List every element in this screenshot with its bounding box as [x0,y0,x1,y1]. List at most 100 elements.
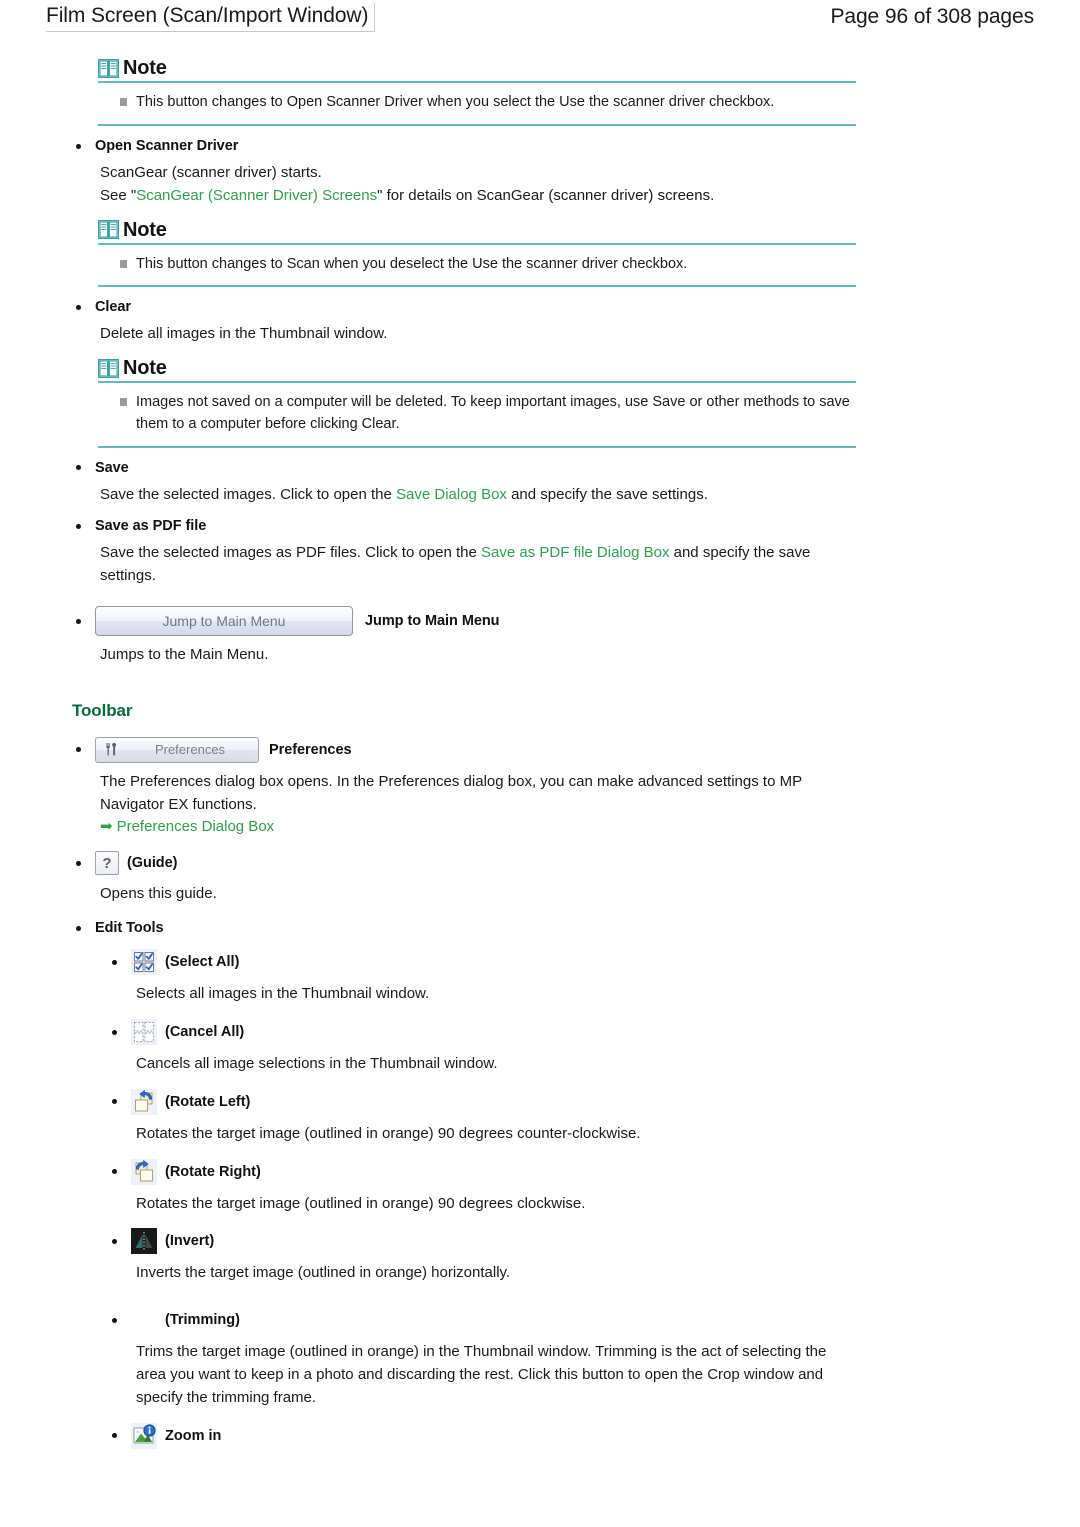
term-save: Save [95,459,129,476]
desc-select-all: Selects all images in the Thumbnail wind… [136,985,430,1003]
page-header: Film Screen (Scan/Import Window) Page 96… [0,0,1080,33]
bullet-dot-icon [112,1238,117,1244]
entry-invert: (Invert) [46,1228,1034,1255]
entry-clear: Clear [46,299,1034,315]
rotate-left-icon[interactable] [131,1088,157,1115]
note-block-1: Note This button changes to Open Scanner… [98,58,856,126]
term-guide: (Guide) [127,855,178,872]
bullet-dot-icon [76,304,81,310]
see-prefix: See " [100,186,137,204]
bullet-dot-icon [76,925,81,931]
note-header: Note [98,220,856,242]
select-all-icon[interactable] [131,949,157,976]
term-edit-tools: Edit Tools [95,920,164,937]
save-desc-suffix: and specify the save settings. [506,485,708,503]
bullet-dot-icon [112,1029,117,1035]
guide-button[interactable]: ? [95,851,119,876]
term-jump-to-main-menu: Jump to Main Menu [365,613,500,630]
note-item-text: This button changes to Open Scanner Driv… [136,94,775,111]
bullet-dot-icon [76,143,81,149]
preferences-button[interactable]: Preferences [95,736,259,763]
term-open-scanner-driver: Open Scanner Driver [95,138,239,154]
pdf-desc-prefix: Save the selected images as PDF files. C… [100,544,482,562]
invert-icon[interactable] [131,1228,157,1255]
term-rotate-left: (Rotate Left) [165,1093,251,1110]
desc-rotate-left: Rotates the target image (outlined in or… [136,1124,641,1142]
desc-rotate-right: Rotates the target image (outlined in or… [136,1194,586,1212]
bullet-dot-icon [112,959,117,965]
rotate-right-icon[interactable] [131,1158,157,1185]
square-bullet-icon [120,259,127,268]
entry-preferences: Preferences Preferences [46,736,1034,763]
entry-save-as-pdf: Save as PDF file [46,518,1034,534]
note-body: This button changes to Open Scanner Driv… [98,83,856,123]
bullet-dot-icon [76,465,81,471]
term-preferences: Preferences [269,741,352,758]
note-body: Images not saved on a computer will be d… [98,383,856,445]
desc-clear: Delete all images in the Thumbnail windo… [100,325,388,343]
note-block-3: Note Images not saved on a computer will… [98,358,856,448]
note-item: This button changes to Open Scanner Driv… [98,92,856,114]
note-item-text: This button changes to Scan when you des… [136,255,688,272]
term-trimming: (Trimming) [165,1312,240,1329]
desc-guide: Opens this guide. [100,885,217,903]
link-preferences-dialog-box[interactable]: Preferences Dialog Box [117,818,275,835]
bullet-dot-icon [112,1317,117,1323]
note-label: Note [123,57,167,80]
bullet-dot-icon [112,1099,117,1105]
bullet-dot-icon [112,1433,117,1439]
desc-preferences: The Preferences dialog box opens. In the… [100,772,802,813]
bullet-dot-icon [76,523,81,529]
note-label: Note [123,357,167,380]
note-item: Images not saved on a computer will be d… [98,392,856,436]
note-rule-bottom [98,285,856,288]
square-bullet-icon [120,98,127,107]
section-heading-toolbar: Toolbar [72,700,133,720]
note-body: This button changes to Scan when you des… [98,245,856,285]
entry-trimming: (Trimming) [46,1307,1034,1333]
note-book-icon [98,220,119,240]
entry-rotate-right: (Rotate Right) [46,1158,1034,1185]
link-scangear-screens[interactable]: ScanGear (Scanner Driver) Screens [136,187,377,204]
term-select-all: (Select All) [165,954,240,971]
note-book-icon [98,58,119,78]
desc-save-as-pdf: Save the selected images as PDF files. C… [46,542,840,588]
bullet-dot-icon [76,860,81,866]
preferences-dialog-box-link-row[interactable]: ➡ Preferences Dialog Box [46,818,1034,835]
term-zoom-in: Zoom in [165,1427,222,1444]
note-item-text: Images not saved on a computer will be d… [136,394,850,432]
term-cancel-all: (Cancel All) [165,1024,245,1041]
scangear-starts-text: ScanGear (scanner driver) starts. [100,164,322,181]
link-save-dialog-box[interactable]: Save Dialog Box [396,486,507,503]
note-item: This button changes to Scan when you des… [98,254,856,276]
bullet-dot-icon [112,1169,117,1175]
link-save-as-pdf-dialog-box[interactable]: Save as PDF file Dialog Box [481,544,669,561]
term-clear: Clear [95,299,132,316]
entry-jump-to-main-menu: Jump to Main Menu Jump to Main Menu [46,606,1034,637]
square-bullet-icon [120,398,127,407]
desc-jump-to-main-menu: Jumps to the Main Menu. [100,646,269,664]
note-book-icon [98,358,119,378]
entry-zoom-in: Zoom in [46,1422,1034,1449]
save-desc-prefix: Save the selected images. Click to open … [100,485,397,503]
see-suffix: " for details on ScanGear (scanner drive… [377,186,715,204]
preferences-button-label: Preferences [154,742,226,758]
note-label: Note [123,218,167,241]
arrow-right-icon: ➡ [100,818,113,836]
trimming-icon[interactable] [131,1307,157,1333]
entry-rotate-left: (Rotate Left) [46,1088,1034,1115]
desc-trimming: Trims the target image (outlined in oran… [136,1343,827,1406]
page-title: Film Screen (Scan/Import Window) [46,3,376,33]
note-header: Note [98,58,856,80]
entry-edit-tools: Edit Tools [46,920,1034,936]
jump-to-main-menu-button[interactable]: Jump to Main Menu [95,606,353,637]
document-content: Note This button changes to Open Scanner… [0,32,1080,1449]
note-rule-bottom [98,124,856,126]
entry-select-all: (Select All) [46,949,1034,976]
zoom-in-icon[interactable] [131,1422,157,1449]
bullet-dot-icon [76,618,81,624]
cancel-all-icon[interactable] [131,1019,157,1046]
term-save-as-pdf: Save as PDF file [95,518,207,535]
desc-save: Save the selected images. Click to open … [46,484,840,507]
bullet-dot-icon [76,747,81,753]
